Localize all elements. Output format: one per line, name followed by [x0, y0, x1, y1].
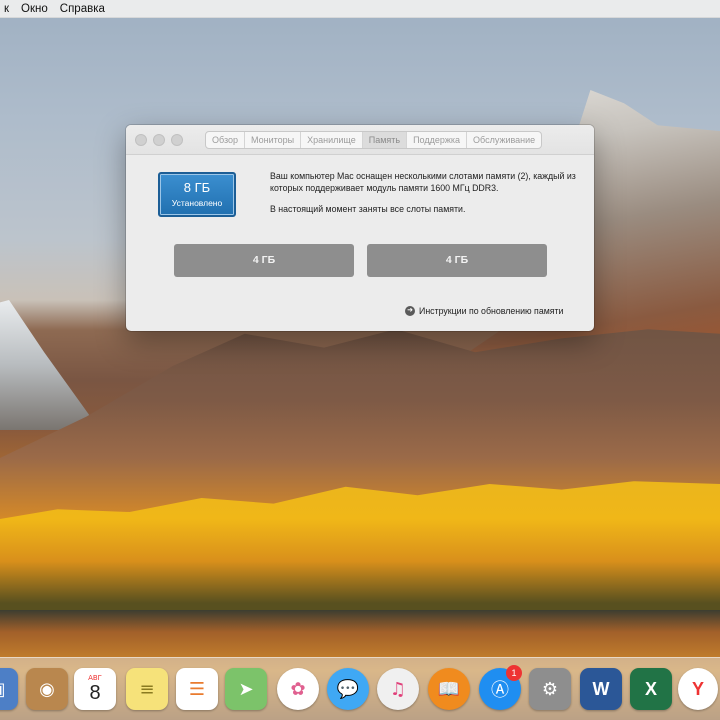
close-icon[interactable] — [135, 134, 147, 146]
preview-icon[interactable]: ▣ — [0, 668, 18, 710]
calendar-icon[interactable]: АВГ 8 — [74, 668, 116, 710]
word-icon[interactable]: W — [580, 668, 622, 710]
menu-item-partial[interactable]: к — [4, 0, 9, 18]
memory-slots-occupied: В настоящий момент заняты все слоты памя… — [270, 204, 466, 214]
memory-slot-2: 4 ГБ — [367, 244, 547, 277]
menu-item-window[interactable]: Окно — [21, 0, 48, 18]
zoom-icon[interactable] — [171, 134, 183, 146]
wallpaper-mountain-left — [0, 300, 100, 430]
tab-storage[interactable]: Хранилище — [301, 132, 363, 148]
calendar-day: 8 — [89, 682, 101, 704]
messages-icon[interactable]: 💬 — [327, 668, 369, 710]
tab-overview[interactable]: Обзор — [206, 132, 245, 148]
memory-slots-info: Ваш компьютер Mac оснащен несколькими сл… — [270, 171, 576, 193]
about-this-mac-window: Обзор Мониторы Хранилище Память Поддержк… — [126, 125, 594, 331]
tab-service[interactable]: Обслуживание — [467, 132, 541, 148]
itunes-icon[interactable]: ♫ — [377, 668, 419, 710]
menu-item-help[interactable]: Справка — [60, 0, 105, 18]
desktop-wallpaper — [0, 0, 720, 720]
memory-pane: 8 ГБ Установлено Ваш компьютер Mac оснащ… — [126, 156, 594, 331]
ibooks-icon[interactable]: 📖 — [428, 668, 470, 710]
memory-slot-1: 4 ГБ — [174, 244, 354, 277]
installed-memory-size: 8 ГБ — [183, 180, 211, 195]
notes-icon[interactable]: ≡ — [126, 668, 168, 710]
tab-displays[interactable]: Мониторы — [245, 132, 302, 148]
memory-upgrade-link[interactable]: ➜ Инструкции по обновлению памяти — [405, 306, 563, 316]
calendar-month: АВГ — [88, 674, 102, 682]
maps-icon[interactable]: ➤ — [225, 668, 267, 710]
memory-upgrade-link-label: Инструкции по обновлению памяти — [419, 306, 564, 316]
reminders-icon[interactable]: ☰ — [176, 668, 218, 710]
installed-memory-badge: 8 ГБ Установлено — [158, 172, 236, 217]
window-titlebar[interactable]: Обзор Мониторы Хранилище Память Поддержк… — [126, 125, 594, 155]
system-preferences-icon[interactable]: ⚙ — [529, 668, 571, 710]
tab-memory[interactable]: Память — [362, 132, 408, 148]
memory-description: Ваш компьютер Mac оснащен несколькими сл… — [270, 171, 580, 216]
arrow-right-circle-icon: ➜ — [405, 306, 415, 316]
tab-support[interactable]: Поддержка — [407, 132, 468, 148]
yandex-browser-icon[interactable]: Y — [678, 668, 718, 710]
installed-memory-status: Установлено — [171, 198, 223, 208]
menu-bar: к Окно Справка — [0, 0, 720, 18]
tab-bar: Обзор Мониторы Хранилище Память Поддержк… — [205, 131, 543, 149]
minimize-icon[interactable] — [153, 134, 165, 146]
app-store-update-badge: 1 — [506, 665, 522, 681]
contacts-icon[interactable]: ◉ — [26, 668, 68, 710]
excel-icon[interactable]: X — [630, 668, 672, 710]
photos-icon[interactable]: ✿ — [277, 668, 319, 710]
